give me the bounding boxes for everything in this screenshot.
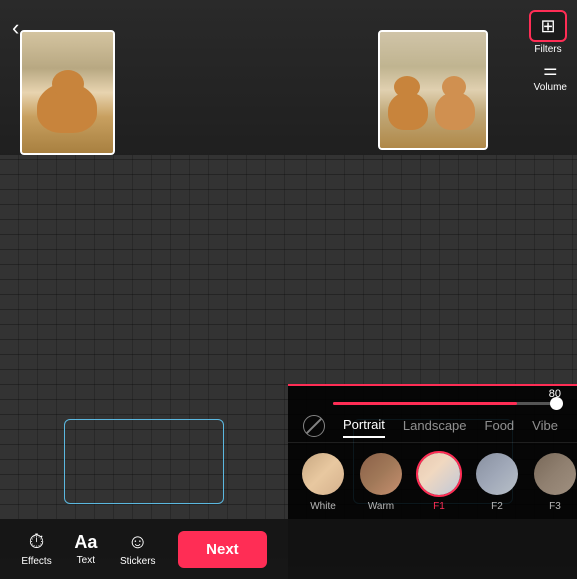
dog-thumbnail-right — [378, 30, 488, 150]
volume-button[interactable]: ⚌ Volume — [534, 60, 567, 93]
filter-f3-label: F3 — [549, 501, 561, 512]
filters-label: Filters — [534, 44, 561, 55]
filter-slider-track[interactable] — [333, 402, 563, 405]
stickers-label: Stickers — [120, 556, 156, 567]
effects-icon: ⏱ — [29, 531, 45, 554]
dog-image-right — [380, 32, 486, 148]
filter-white[interactable]: White — [300, 451, 346, 512]
face-f3-img — [534, 453, 576, 495]
filter-items-row: White Warm F1 F2 — [288, 443, 577, 520]
dog1-head — [394, 76, 420, 98]
filter-f2-label: F2 — [491, 501, 503, 512]
filter-f1[interactable]: F1 — [416, 451, 462, 512]
filters-icon: ⊞ — [540, 16, 555, 37]
filter-f3-thumb — [532, 451, 577, 497]
filters-icon-box: ⊞ — [529, 10, 567, 42]
slider-thumb[interactable] — [550, 397, 563, 410]
volume-icon: ⚌ — [543, 60, 557, 80]
face-white-img — [302, 453, 344, 495]
effects-label: Effects — [21, 556, 51, 567]
stickers-button[interactable]: ☺ Stickers — [120, 531, 156, 567]
filter-warm-label: Warm — [368, 501, 394, 512]
filter-f2[interactable]: F2 — [474, 451, 520, 512]
dog-head — [52, 70, 84, 98]
slider-fill — [333, 402, 517, 405]
right-panel: ⊞ Filters ⚌ Volume 80 Portrait Landsca — [288, 0, 577, 579]
face-f2-img — [476, 453, 518, 495]
filter-f3[interactable]: F3 — [532, 451, 577, 512]
tab-landscape[interactable]: Landscape — [403, 414, 467, 437]
filters-panel: 80 Portrait Landscape Food Vibe — [288, 384, 577, 579]
text-icon: Aa — [74, 532, 97, 553]
filter-white-label: White — [310, 501, 336, 512]
next-button[interactable]: Next — [178, 531, 267, 568]
filter-f1-thumb — [416, 451, 462, 497]
text-button[interactable]: Aa Text — [74, 532, 97, 566]
dog-image-left — [22, 32, 113, 153]
face-f1-img — [418, 453, 460, 495]
filters-button[interactable]: ⊞ Filters — [529, 10, 567, 55]
left-panel: ‹ ⏱ Effects Aa Text ☺ Stickers Next — [0, 0, 288, 579]
volume-label: Volume — [534, 82, 567, 93]
trackpad-left — [64, 419, 224, 504]
filter-f1-label: F1 — [433, 501, 445, 512]
dog-thumbnail-left — [20, 30, 115, 155]
face-warm-img — [360, 453, 402, 495]
dog2-head — [442, 76, 466, 98]
filter-warm-thumb — [358, 451, 404, 497]
no-filter-button[interactable] — [303, 415, 325, 437]
filter-white-thumb — [300, 451, 346, 497]
filter-f2-thumb — [474, 451, 520, 497]
filter-warm[interactable]: Warm — [358, 451, 404, 512]
text-label: Text — [77, 555, 95, 566]
back-button[interactable]: ‹ — [12, 15, 19, 41]
bottom-toolbar: ⏱ Effects Aa Text ☺ Stickers Next — [0, 519, 288, 579]
tab-portrait[interactable]: Portrait — [343, 413, 385, 438]
tab-food[interactable]: Food — [485, 414, 515, 437]
no-filter-line — [306, 418, 322, 434]
filter-tabs: Portrait Landscape Food Vibe — [288, 409, 577, 443]
effects-button[interactable]: ⏱ Effects — [21, 531, 51, 567]
tab-vibe[interactable]: Vibe — [532, 414, 558, 437]
stickers-icon: ☺ — [128, 531, 148, 554]
